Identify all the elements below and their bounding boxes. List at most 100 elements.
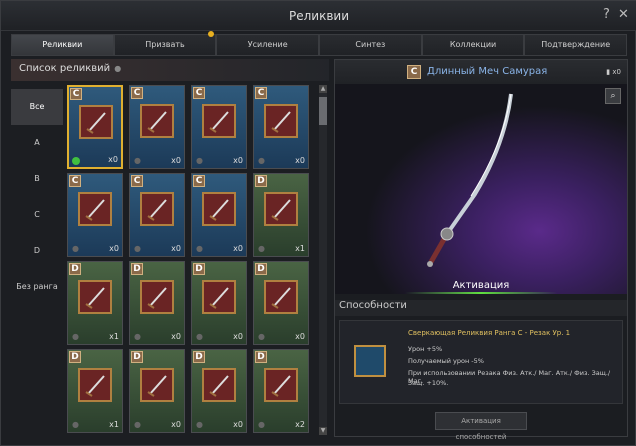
rank-badge: D	[131, 351, 143, 363]
relic-detail-panel: C Длинный Меч Самурая ▮ x0 ⌕ Активация С…	[334, 59, 628, 441]
scroll-down-icon[interactable]: ▼	[319, 427, 327, 435]
activate-abilities-button[interactable]: Активация способностей	[435, 412, 527, 441]
relic-cell[interactable]: D ● x0	[253, 261, 309, 345]
ability-box: Сверкающая Реликвия Ранга C - Резак Ур. …	[339, 320, 623, 404]
lock-icon: ●	[196, 156, 203, 165]
relic-cell[interactable]: D ● x1	[67, 261, 123, 345]
window-title: Реликвии	[288, 9, 349, 23]
relic-qty: x0	[171, 420, 181, 429]
ability-line: Урон +5%	[408, 345, 443, 353]
scroll-thumb[interactable]	[319, 97, 327, 125]
lock-icon: ●	[258, 332, 265, 341]
abilities-header: Способности	[335, 300, 627, 316]
relic-scrollbar[interactable]: ▲ ▼	[319, 85, 327, 435]
relic-qty: x0	[171, 244, 181, 253]
weapon-icon	[78, 192, 112, 226]
relic-name: Длинный Меч Самурая	[427, 66, 548, 77]
rank-badge: D	[255, 175, 267, 187]
relic-qty: x1	[109, 420, 119, 429]
lock-icon: ●	[196, 332, 203, 341]
rank-badge: D	[255, 351, 267, 363]
rank-badge: D	[69, 263, 81, 275]
tab-confirm[interactable]: Подтверждение	[524, 34, 628, 56]
tab-collections[interactable]: Коллекции	[421, 34, 525, 56]
weapon-icon	[202, 368, 236, 402]
weapon-icon	[264, 192, 298, 226]
sword-illustration	[427, 93, 513, 267]
relic-cell[interactable]: D ● x0	[129, 349, 185, 433]
rank-badge: C	[131, 175, 143, 187]
weapon-icon	[78, 280, 112, 314]
relic-qty: x0	[233, 332, 243, 341]
tab-summon[interactable]: Призвать	[113, 34, 217, 56]
filter-c[interactable]: C	[11, 197, 63, 233]
rank-badge: D	[193, 351, 205, 363]
rank-badge: C	[69, 175, 81, 187]
ability-line: Получаемый урон -5%	[408, 357, 484, 365]
relic-qty: x0	[233, 244, 243, 253]
lock-icon: ●	[258, 244, 265, 253]
relic-qty: x0	[295, 332, 305, 341]
weapon-icon	[140, 280, 174, 314]
close-icon[interactable]: ✕	[618, 7, 629, 22]
relic-cell[interactable]: D ● x0	[191, 349, 247, 433]
filter-b[interactable]: B	[11, 161, 63, 197]
relic-cell[interactable]: D ● x1	[253, 173, 309, 257]
weapon-icon	[202, 192, 236, 226]
lock-icon: ●	[134, 244, 141, 253]
weapon-icon	[79, 105, 113, 139]
relic-cell[interactable]: D ● x1	[67, 349, 123, 433]
lock-icon: ●	[134, 420, 141, 429]
tab-synthesis[interactable]: Синтез	[319, 34, 422, 56]
weapon-icon	[140, 192, 174, 226]
rank-badge: C	[193, 175, 205, 187]
rank-badge: C	[70, 88, 82, 100]
filter-no-rank[interactable]: Без ранга	[11, 269, 63, 305]
relic-qty: x0	[233, 156, 243, 165]
relic-qty: x0	[233, 420, 243, 429]
relic-cell[interactable]: C ● x0	[191, 85, 247, 169]
relic-cell[interactable]: C ● x0	[129, 85, 185, 169]
relic-grid: Cx0 C ● x0 C ● x0 C ● x0 C ● x0 C ● x0 C ● x0 D ● x1 D ● x1 D ● x0 D…	[67, 85, 317, 435]
activation-label: Активация	[452, 280, 510, 291]
rank-badge: D	[69, 351, 81, 363]
relic-cell[interactable]: D ● x0	[129, 261, 185, 345]
filter-all[interactable]: Все	[11, 89, 63, 125]
relic-qty: x1	[109, 332, 119, 341]
detail-header: C Длинный Меч Самурая ▮ x0	[335, 60, 627, 84]
zoom-icon[interactable]: ⌕	[605, 88, 621, 104]
relic-cell[interactable]: D ● x2	[253, 349, 309, 433]
weapon-icon	[264, 368, 298, 402]
relic-cell[interactable]: C ● x0	[191, 173, 247, 257]
weapon-icon	[202, 280, 236, 314]
rank-filters: Все A B C D Без ранга	[11, 89, 63, 429]
relic-cell[interactable]: C ● x0	[67, 173, 123, 257]
weapon-icon	[140, 368, 174, 402]
relics-window: Реликвии ? ✕ Реликвии Призвать Усиление …	[0, 0, 636, 446]
gem-icon	[72, 157, 80, 165]
tab-enhance[interactable]: Усиление	[216, 34, 320, 56]
lock-icon: ●	[72, 244, 79, 253]
tab-bar: Реликвии Призвать Усиление Синтез Коллек…	[11, 31, 628, 56]
relic-cell[interactable]: C ● x0	[253, 85, 309, 169]
filter-d[interactable]: D	[11, 233, 63, 269]
rank-badge: D	[131, 263, 143, 275]
rank-badge: D	[255, 263, 267, 275]
relic-cell[interactable]: Cx0	[67, 85, 123, 169]
lock-icon: ●	[72, 420, 79, 429]
lock-icon: ●	[258, 420, 265, 429]
scroll-up-icon[interactable]: ▲	[319, 85, 327, 93]
tab-relics[interactable]: Реликвии	[11, 34, 114, 56]
help-icon[interactable]: ?	[603, 7, 610, 22]
filter-a[interactable]: A	[11, 125, 63, 161]
relic-qty: x0	[108, 155, 118, 164]
relic-cell[interactable]: C ● x0	[129, 173, 185, 257]
relic-qty: x0	[109, 244, 119, 253]
lock-icon: ●	[134, 332, 141, 341]
lock-icon: ●	[134, 156, 141, 165]
weapon-icon	[202, 104, 236, 138]
rank-badge: C	[193, 87, 205, 99]
weapon-icon	[264, 104, 298, 138]
relic-cell[interactable]: D ● x0	[191, 261, 247, 345]
rank-badge: C	[407, 65, 421, 79]
